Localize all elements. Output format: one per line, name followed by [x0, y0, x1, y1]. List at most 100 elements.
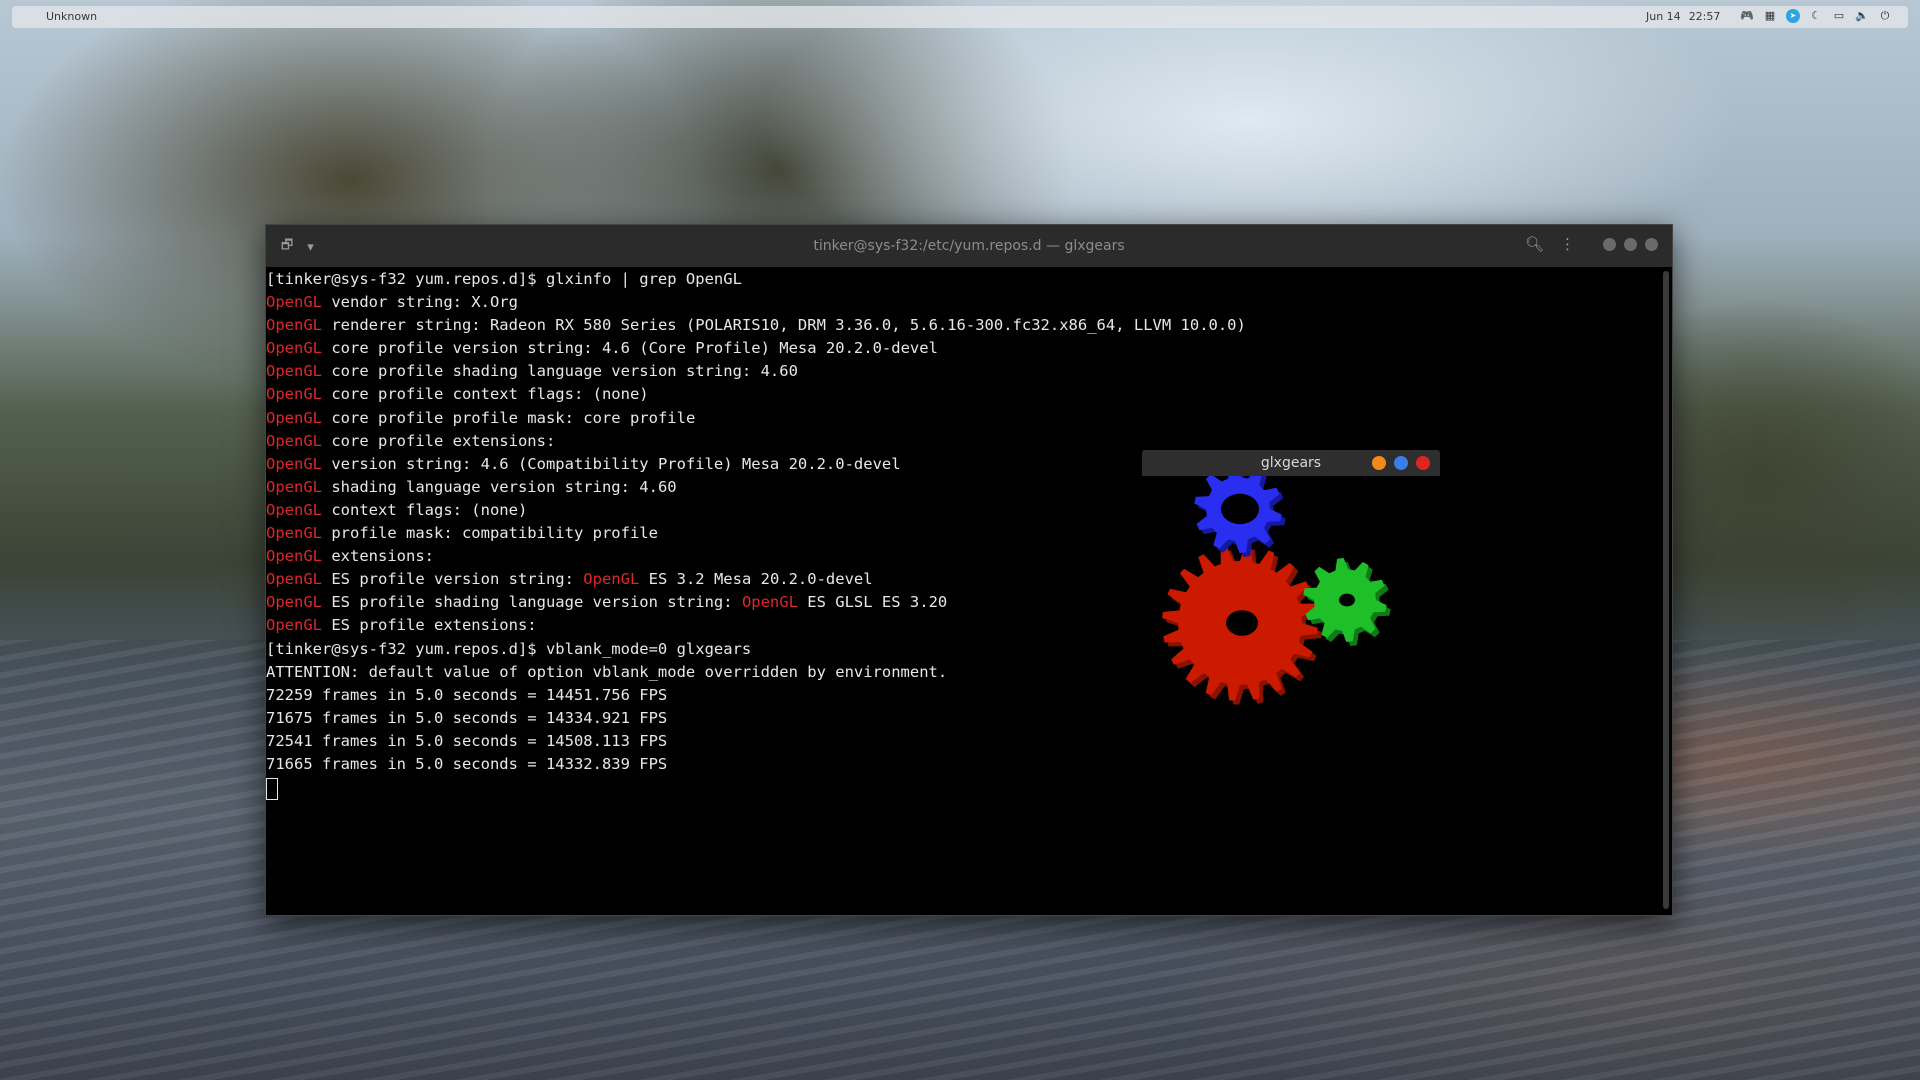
line-text: 72259 frames in 5.0 seconds = 14451.756 …: [266, 685, 668, 704]
terminal-line: OpenGL version string: 4.6 (Compatibilit…: [266, 453, 1660, 476]
terminal-line: OpenGL ES profile shading language versi…: [266, 591, 1660, 614]
terminal-line: OpenGL shading language version string: …: [266, 476, 1660, 499]
line-text: ES 3.2 Mesa 20.2.0-devel: [639, 570, 873, 589]
terminal-line: OpenGL ES profile extensions:: [266, 614, 1660, 637]
terminal-title: tinker@sys-f32:/etc/yum.repos.d — glxgea…: [813, 238, 1125, 254]
clock-date: Jun 14: [1646, 10, 1681, 23]
terminal-line: OpenGL core profile shading language ver…: [266, 360, 1660, 383]
terminal-line: OpenGL core profile context flags: (none…: [266, 383, 1660, 406]
line-text: renderer string: Radeon RX 580 Series (P…: [322, 316, 1246, 335]
highlight-text: OpenGL: [266, 477, 322, 496]
terminal-line: OpenGL core profile version string: 4.6 …: [266, 337, 1660, 360]
terminal-line: OpenGL profile mask: compatibility profi…: [266, 522, 1660, 545]
line-text: ES profile version string:: [322, 570, 584, 589]
minimize-button[interactable]: [1603, 237, 1616, 251]
glxgears-titlebar[interactable]: glxgears: [1142, 450, 1440, 476]
blue-gear-hole: [1221, 493, 1259, 525]
grid-icon[interactable]: ▦: [1763, 9, 1777, 23]
close-button[interactable]: [1416, 456, 1430, 470]
terminal-window: 🗗 ▾ tinker@sys-f32:/etc/yum.repos.d — gl…: [265, 224, 1673, 916]
line-text: core profile context flags: (none): [322, 385, 649, 404]
window-icon[interactable]: ▭: [1832, 9, 1846, 23]
top-panel: Unknown Jun 14 22:57 🎮 ▦ ➤ ☾ ▭ 🔈 ⏻: [12, 6, 1908, 28]
highlight-text: OpenGL: [741, 593, 798, 612]
line-text: ES profile shading language version stri…: [322, 593, 742, 612]
highlight-text: OpenGL: [266, 385, 322, 404]
terminal-line: 72259 frames in 5.0 seconds = 14451.756 …: [266, 684, 1660, 707]
highlight-text: OpenGL: [266, 293, 322, 312]
search-icon[interactable]: 🔍︎: [1525, 235, 1544, 253]
line-text: context flags: (none): [322, 500, 528, 519]
blue-gear: [1194, 465, 1286, 557]
line-text: core profile shading language version st…: [322, 362, 798, 381]
line-text: core profile version string: 4.6 (Core P…: [322, 339, 938, 358]
moon-icon[interactable]: ☾: [1809, 9, 1823, 23]
terminal-line: OpenGL extensions:: [266, 545, 1660, 568]
terminal-line: 71665 frames in 5.0 seconds = 14332.839 …: [266, 753, 1660, 776]
line-text: extensions:: [322, 547, 434, 566]
active-app-name[interactable]: Unknown: [46, 10, 97, 23]
highlight-text: OpenGL: [266, 339, 322, 358]
minimize-button[interactable]: [1372, 456, 1386, 470]
clock-time: 22:57: [1688, 10, 1721, 23]
highlight-text: OpenGL: [266, 500, 322, 519]
highlight-text: OpenGL: [266, 454, 322, 473]
volume-icon[interactable]: 🔈: [1855, 9, 1869, 23]
line-text: ATTENTION: default value of option vblan…: [266, 662, 948, 681]
terminal-line: OpenGL vendor string: X.Org: [266, 291, 1660, 314]
system-tray: 🎮 ▦ ➤ ☾ ▭ 🔈 ⏻: [1740, 9, 1892, 23]
highlight-text: OpenGL: [266, 524, 322, 543]
line-text: core profile extensions:: [322, 431, 556, 450]
line-text: profile mask: compatibility profile: [322, 524, 658, 543]
clock[interactable]: Jun 14 22:57: [1646, 10, 1720, 23]
highlight-text: OpenGL: [266, 593, 322, 612]
highlight-text: OpenGL: [583, 570, 640, 589]
terminal-line: OpenGL renderer string: Radeon RX 580 Se…: [266, 314, 1660, 337]
prompt-line: [266, 776, 1660, 801]
terminal-titlebar[interactable]: 🗗 ▾ tinker@sys-f32:/etc/yum.repos.d — gl…: [266, 225, 1672, 267]
line-text: vendor string: X.Org: [322, 293, 518, 312]
line-text: ES GLSL ES 3.20: [797, 593, 948, 612]
terminal-line: ATTENTION: default value of option vblan…: [266, 661, 1660, 684]
close-button[interactable]: [1645, 237, 1658, 251]
highlight-text: OpenGL: [266, 316, 322, 335]
line-text: [tinker@sys-f32 yum.repos.d]$ vblank_mod…: [266, 639, 752, 658]
terminal-output[interactable]: [tinker@sys-f32 yum.repos.d]$ glxinfo | …: [266, 268, 1660, 915]
green-gear-hole: [1339, 593, 1355, 607]
text-cursor: [266, 778, 278, 801]
maximize-button[interactable]: [1394, 456, 1408, 470]
line-text: 71665 frames in 5.0 seconds = 14332.839 …: [266, 754, 668, 773]
terminal-line: [tinker@sys-f32 yum.repos.d]$ vblank_mod…: [266, 638, 1660, 661]
line-text: version string: 4.6 (Compatibility Profi…: [322, 454, 901, 473]
terminal-line: OpenGL core profile extensions:: [266, 430, 1660, 453]
telegram-icon[interactable]: ➤: [1786, 9, 1800, 23]
line-text: ES profile extensions:: [322, 616, 537, 635]
glxgears-window: glxgears: [1142, 450, 1440, 762]
highlight-text: OpenGL: [266, 362, 322, 381]
gamepad-icon[interactable]: 🎮: [1740, 9, 1754, 23]
terminal-line: OpenGL context flags: (none): [266, 499, 1660, 522]
highlight-text: OpenGL: [266, 616, 322, 635]
line-text: shading language version string: 4.60: [322, 477, 677, 496]
terminal-line: 71675 frames in 5.0 seconds = 14334.921 …: [266, 707, 1660, 730]
terminal-line: OpenGL ES profile version string: OpenGL…: [266, 568, 1660, 591]
kebab-menu-icon[interactable]: ⋮: [1560, 235, 1575, 253]
highlight-text: OpenGL: [266, 570, 322, 589]
highlight-text: OpenGL: [266, 547, 322, 566]
line-text: [tinker@sys-f32 yum.repos.d]$ glxinfo | …: [266, 270, 742, 288]
terminal-scrollbar[interactable]: [1663, 271, 1669, 909]
red-gear: [1162, 545, 1322, 705]
terminal-line: OpenGL core profile profile mask: core p…: [266, 407, 1660, 430]
terminal-line: [tinker@sys-f32 yum.repos.d]$ glxinfo | …: [266, 268, 1660, 291]
power-icon[interactable]: ⏻: [1878, 9, 1892, 23]
line-text: core profile profile mask: core profile: [322, 408, 696, 427]
line-text: 71675 frames in 5.0 seconds = 14334.921 …: [266, 708, 668, 727]
highlight-text: OpenGL: [266, 431, 322, 450]
gears-render: [1162, 465, 1391, 705]
red-gear-hole: [1226, 610, 1258, 636]
line-text: 72541 frames in 5.0 seconds = 14508.113 …: [266, 731, 668, 750]
maximize-button[interactable]: [1624, 237, 1637, 251]
glxgears-canvas: [1142, 465, 1440, 762]
highlight-text: OpenGL: [266, 408, 322, 427]
terminal-line: 72541 frames in 5.0 seconds = 14508.113 …: [266, 730, 1660, 753]
